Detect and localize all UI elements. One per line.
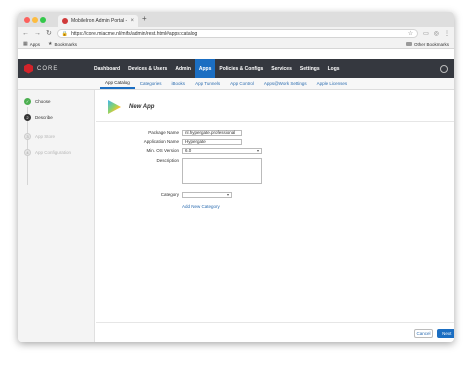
application-name-row: Application Name Hypergate xyxy=(96,139,242,145)
core-logo[interactable]: CORE xyxy=(18,63,90,74)
min-os-select[interactable]: 6.0 ▾ xyxy=(182,148,262,154)
wizard-step-label: App Configuration xyxy=(35,150,72,155)
logo-text: CORE xyxy=(37,65,59,72)
wizard-step-label: App Store xyxy=(35,134,56,139)
user-avatar-icon[interactable] xyxy=(440,64,448,73)
address-bar[interactable]: 🔒 https://core.miacme.nl/mifs/admin/rest… xyxy=(56,29,419,38)
menu-icon[interactable]: ⋮ xyxy=(444,30,450,37)
bookmark-other-label: Other Bookmarks xyxy=(413,41,449,47)
description-row: Description xyxy=(96,158,262,184)
toolbar-extensions: ▭ ◎ ⋮ xyxy=(423,30,450,37)
mobileiron-logo-icon xyxy=(24,63,33,74)
wizard-step-choose[interactable]: ✓ Choose xyxy=(24,98,51,105)
wizard-step-label: Choose xyxy=(35,99,51,104)
browser-window: MobileIron Admin Portal - Unif × + ← → ↻… xyxy=(18,12,454,342)
window-close-button[interactable] xyxy=(24,17,30,23)
nav-settings[interactable]: Settings xyxy=(296,59,324,78)
min-os-value: 6.0 xyxy=(185,148,192,153)
subnav-app-control[interactable]: App Control xyxy=(225,78,259,89)
package-name-row: Package Name nl.hypergate.professional xyxy=(96,130,242,136)
subnav-apple-licenses[interactable]: Apple Licenses xyxy=(312,78,353,89)
step-number: 4 xyxy=(24,149,31,156)
window-maximize-button[interactable] xyxy=(40,17,46,23)
chevron-down-icon: ▾ xyxy=(256,148,259,153)
lock-icon: 🔒 xyxy=(61,30,69,37)
reload-icon[interactable]: ↻ xyxy=(46,30,52,37)
category-label: Category xyxy=(160,192,179,197)
category-row: Category ▾ xyxy=(96,192,232,198)
application-name-input[interactable]: Hypergate xyxy=(182,139,242,145)
bookmark-star-icon[interactable]: ☆ xyxy=(408,30,413,37)
next-button[interactable]: Next → xyxy=(437,329,454,338)
next-button-label: Next xyxy=(442,331,452,336)
chevron-down-icon: ▾ xyxy=(226,192,229,197)
browser-tab[interactable]: MobileIron Admin Portal - Unif × xyxy=(58,15,138,27)
page-header: New App xyxy=(108,100,154,114)
description-label: Description xyxy=(156,158,179,163)
back-arrow-icon[interactable]: ← xyxy=(22,30,29,37)
wizard-steps: ✓ Choose 2 Describe 3 App Store 4 App Co… xyxy=(18,90,95,342)
subnav-apps-work-settings[interactable]: Apps@Work Settings xyxy=(259,78,312,89)
bookmark-bookmarks-label: Bookmarks xyxy=(54,41,77,47)
package-name-input[interactable]: nl.hypergate.professional xyxy=(182,130,242,136)
forward-arrow-icon[interactable]: → xyxy=(34,30,41,37)
browser-toolbar: ← → ↻ 🔒 https://core.miacme.nl/mifs/admi… xyxy=(18,27,454,40)
check-icon: ✓ xyxy=(24,98,31,105)
category-select[interactable]: ▾ xyxy=(182,192,232,198)
nav-policies-configs[interactable]: Policies & Configs xyxy=(215,59,267,78)
cast-icon[interactable]: ▭ xyxy=(423,30,429,37)
subnav-app-tunnels[interactable]: App Tunnels xyxy=(190,78,225,89)
bookmark-apps[interactable]: ▦ Apps xyxy=(23,41,40,47)
wizard-step-app-store: 3 App Store xyxy=(24,133,55,140)
url-text: https://core.miacme.nl/mifs/admin/rest.h… xyxy=(71,30,198,37)
google-play-icon xyxy=(108,100,121,114)
new-tab-button[interactable]: + xyxy=(142,15,147,23)
main-nav: Dashboard Devices & Users Admin Apps Pol… xyxy=(90,59,344,78)
main-content: New App Package Name nl.hypergate.profes… xyxy=(96,90,454,342)
wizard-step-app-configuration: 4 App Configuration xyxy=(24,149,71,156)
wizard-step-label: Describe xyxy=(35,115,53,120)
subnav-categories[interactable]: Categories xyxy=(135,78,167,89)
nav-services[interactable]: Services xyxy=(267,59,296,78)
package-name-label: Package Name xyxy=(148,130,179,135)
tab-strip: MobileIron Admin Portal - Unif × + xyxy=(18,12,454,27)
tab-close-icon[interactable]: × xyxy=(130,18,134,24)
apps-grid-icon: ▦ xyxy=(23,41,28,47)
bookmarks-bar: ▦ Apps ★ Bookmarks Other Bookmarks xyxy=(18,40,454,49)
nav-admin[interactable]: Admin xyxy=(171,59,195,78)
tab-title: MobileIron Admin Portal - Unif xyxy=(71,18,128,24)
nav-apps[interactable]: Apps xyxy=(194,59,216,78)
nav-logs[interactable]: Logs xyxy=(324,59,344,78)
bookmark-other[interactable]: Other Bookmarks xyxy=(405,41,449,47)
application-name-label: Application Name xyxy=(143,139,179,144)
step-number: 2 xyxy=(24,114,31,121)
min-os-row: Min. OS Version 6.0 ▾ xyxy=(96,148,262,154)
footer-divider xyxy=(96,322,454,323)
add-new-category-link[interactable]: Add New Category xyxy=(182,204,220,209)
page-title: New App xyxy=(129,104,155,110)
app-header: CORE Dashboard Devices & Users Admin App… xyxy=(18,59,454,78)
min-os-label: Min. OS Version xyxy=(146,148,179,153)
folder-icon xyxy=(405,42,412,46)
nav-dashboard[interactable]: Dashboard xyxy=(90,59,124,78)
subnav-app-catalog[interactable]: App Catalog xyxy=(100,78,135,89)
description-textarea[interactable] xyxy=(182,158,262,184)
divider xyxy=(96,121,454,122)
subnav-ibooks[interactable]: iBooks xyxy=(167,78,191,89)
sub-nav: App Catalog Categories iBooks App Tunnel… xyxy=(18,78,454,90)
extension-icon[interactable]: ◎ xyxy=(434,30,439,37)
window-minimize-button[interactable] xyxy=(32,17,38,23)
bookmark-star-small-icon: ★ xyxy=(48,41,53,47)
bookmark-bookmarks[interactable]: ★ Bookmarks xyxy=(48,41,77,47)
nav-devices-users[interactable]: Devices & Users xyxy=(124,59,171,78)
step-number: 3 xyxy=(24,133,31,140)
cancel-button[interactable]: Cancel xyxy=(414,329,433,338)
bookmark-apps-label: Apps xyxy=(29,41,40,47)
wizard-step-describe: 2 Describe xyxy=(24,114,53,121)
mobileiron-favicon-icon xyxy=(62,18,68,24)
arrow-right-icon: → xyxy=(453,331,454,336)
